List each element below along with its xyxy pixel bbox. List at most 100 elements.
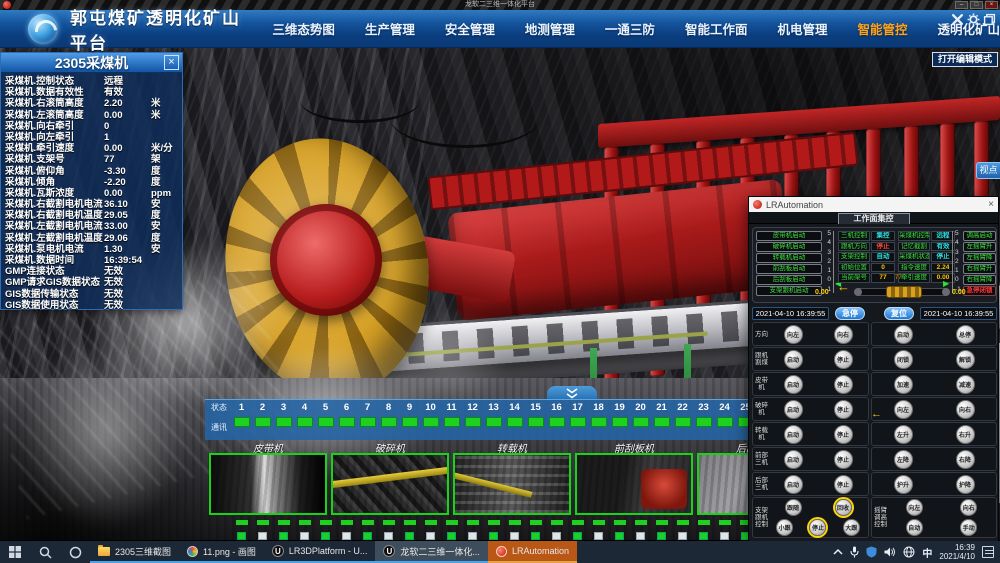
control-button[interactable]: 护降 <box>956 475 975 494</box>
control-button[interactable]: 启动 <box>784 350 803 369</box>
support-status-indicator[interactable] <box>465 417 481 427</box>
speaker-icon[interactable] <box>884 546 896 558</box>
search-icon[interactable] <box>30 541 60 563</box>
quick-start-button[interactable]: 左摇臂升 <box>963 242 996 252</box>
shearer-position-slider[interactable] <box>855 288 949 296</box>
support-follow-button[interactable]: 小跟 <box>776 519 793 536</box>
quick-start-button[interactable]: 支架跟机启动 <box>756 286 822 296</box>
control-button[interactable]: 停止 <box>834 375 853 394</box>
restore-window-icon[interactable] <box>983 13 996 26</box>
quick-start-button[interactable]: 后刮板启动 <box>756 275 822 285</box>
camera-thumbnail[interactable] <box>575 453 693 515</box>
control-button[interactable]: 启动 <box>784 450 803 469</box>
arm-height-button[interactable]: 向左 <box>906 499 923 516</box>
control-button[interactable]: 停止 <box>834 450 853 469</box>
taskbar-app-lrautomation[interactable]: LRAutomation <box>488 541 577 563</box>
nav-item[interactable]: 三维态势图 <box>272 19 335 38</box>
gear-icon[interactable] <box>967 13 980 26</box>
control-button[interactable]: 护升 <box>894 475 913 494</box>
support-status-indicator[interactable] <box>507 417 523 427</box>
support-status-indicator[interactable] <box>276 417 292 427</box>
start-button[interactable] <box>0 541 30 563</box>
hidden-icons-chevron-icon[interactable] <box>833 548 843 556</box>
quick-start-button[interactable]: 调高启动 <box>963 231 996 241</box>
control-button[interactable]: 停止 <box>834 350 853 369</box>
microphone-icon[interactable] <box>850 546 859 558</box>
control-button[interactable]: 解锁 <box>956 350 975 369</box>
control-button[interactable]: 向左 <box>894 400 913 419</box>
control-button[interactable]: 左升 <box>894 425 913 444</box>
camera-thumbnail[interactable] <box>453 453 571 515</box>
support-follow-button[interactable]: 跟随 <box>785 499 802 516</box>
estop-lock-button[interactable]: 急停闭锁 <box>963 286 996 296</box>
camera-feed[interactable]: 前刮板机 <box>575 440 693 515</box>
control-button[interactable]: 右升 <box>956 425 975 444</box>
cortana-icon[interactable] <box>60 541 90 563</box>
camera-feed[interactable]: 皮带机 <box>209 440 327 515</box>
taskbar-app-lr3dplatform[interactable]: U LR3DPlatform - U... <box>264 541 376 563</box>
support-status-indicator[interactable] <box>402 417 418 427</box>
estop-button[interactable]: 急停 <box>835 307 865 320</box>
nav-item[interactable]: 地测管理 <box>525 19 575 38</box>
support-status-indicator[interactable] <box>549 417 565 427</box>
control-button[interactable]: 启动 <box>784 375 803 394</box>
control-button[interactable]: 闭锁 <box>894 350 913 369</box>
support-status-indicator[interactable] <box>696 417 712 427</box>
support-status-indicator[interactable] <box>423 417 439 427</box>
quick-start-button[interactable]: 右摇臂降 <box>963 275 996 285</box>
security-shield-icon[interactable] <box>866 546 877 558</box>
control-button[interactable]: 启动 <box>784 475 803 494</box>
ime-indicator[interactable]: 中 <box>922 545 932 560</box>
reset-button[interactable]: 复位 <box>884 307 914 320</box>
support-status-indicator[interactable] <box>255 417 271 427</box>
taskbar-app-screenshots[interactable]: 2305三维截图 <box>90 541 179 563</box>
support-status-indicator[interactable] <box>633 417 649 427</box>
quick-start-button[interactable]: 转载机启动 <box>756 253 822 263</box>
control-button[interactable]: 停止 <box>834 425 853 444</box>
support-status-indicator[interactable] <box>654 417 670 427</box>
control-button[interactable]: 向右 <box>834 325 853 344</box>
support-status-indicator[interactable] <box>381 417 397 427</box>
control-button[interactable]: 向右 <box>956 400 975 419</box>
support-status-indicator[interactable] <box>234 417 250 427</box>
support-status-indicator[interactable] <box>591 417 607 427</box>
camera-feed[interactable]: 破碎机 <box>331 440 449 515</box>
support-status-indicator[interactable] <box>717 417 733 427</box>
arm-height-button[interactable]: 自动 <box>906 519 923 536</box>
control-button[interactable]: 加速 <box>894 375 913 394</box>
support-status-indicator[interactable] <box>675 417 691 427</box>
panel-close-icon[interactable]: × <box>164 55 179 70</box>
control-button[interactable]: 减速 <box>956 375 975 394</box>
camera-thumbnail[interactable] <box>209 453 327 515</box>
tab-workface-control[interactable]: 工作面集控 <box>838 213 910 224</box>
support-status-indicator[interactable] <box>297 417 313 427</box>
taskbar-clock[interactable]: 16:39 2021/4/10 <box>939 543 975 561</box>
support-status-indicator[interactable] <box>444 417 460 427</box>
control-button[interactable]: 停止 <box>834 475 853 494</box>
nav-item[interactable]: 安全管理 <box>445 19 495 38</box>
taskbar-app-paint[interactable]: 11.png - 画图 <box>179 541 264 563</box>
nav-item[interactable]: 生产管理 <box>365 19 415 38</box>
quick-start-button[interactable]: 右摇臂升 <box>963 264 996 274</box>
support-status-indicator[interactable] <box>318 417 334 427</box>
minimize-button[interactable]: – <box>955 1 968 9</box>
support-status-indicator[interactable] <box>612 417 628 427</box>
control-button[interactable]: 启动 <box>784 400 803 419</box>
lra-title-bar[interactable]: LRAutomation × <box>749 197 998 212</box>
control-button[interactable]: 向左 <box>784 325 803 344</box>
camera-feed[interactable]: 转载机 <box>453 440 571 515</box>
nav-item[interactable]: 智能管控 <box>857 19 907 38</box>
control-button[interactable]: 左降 <box>894 450 913 469</box>
open-edit-mode-button[interactable]: 打开编辑模式 <box>932 52 998 67</box>
support-status-indicator[interactable] <box>339 417 355 427</box>
shearer-position-thumb[interactable] <box>886 286 922 298</box>
collapse-panel-tab[interactable] <box>547 386 597 400</box>
taskbar-app-longruan-platform[interactable]: U 龙软二三维一体化... <box>375 541 488 563</box>
nav-item[interactable]: 机电管理 <box>777 19 827 38</box>
control-button[interactable]: 启动 <box>894 325 913 344</box>
nav-item[interactable]: 一通三防 <box>605 19 655 38</box>
nav-item[interactable]: 智能工作面 <box>685 19 748 38</box>
close-button[interactable]: × <box>985 1 998 9</box>
support-follow-button[interactable]: 回收 <box>835 499 852 516</box>
support-status-indicator[interactable] <box>486 417 502 427</box>
